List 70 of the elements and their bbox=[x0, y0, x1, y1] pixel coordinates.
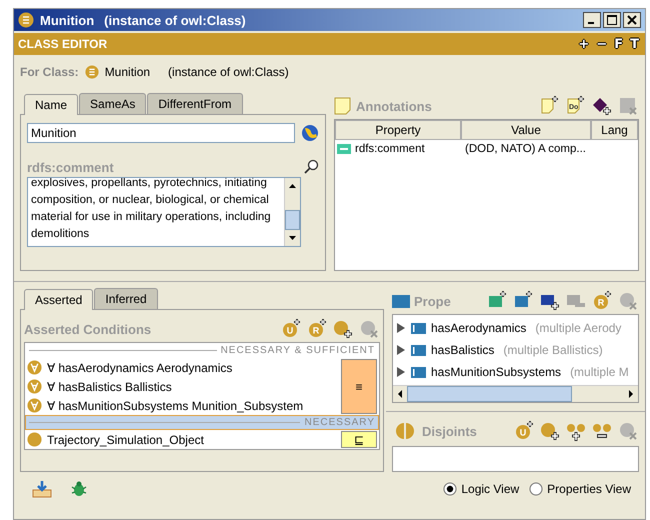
section-title: Prope bbox=[414, 294, 451, 308]
radio-button[interactable] bbox=[529, 482, 544, 496]
condition-text[interactable]: Trajectory_Simulation_Object bbox=[47, 432, 204, 446]
radio-label[interactable]: Logic View bbox=[461, 482, 520, 496]
editor-title: CLASS EDITOR bbox=[18, 37, 108, 51]
property-icon bbox=[392, 294, 410, 308]
restriction-icon bbox=[27, 379, 42, 394]
condition-type-label: ≡ bbox=[341, 359, 377, 414]
close-icon bbox=[627, 15, 637, 25]
expand-arrow-icon[interactable] bbox=[396, 344, 406, 356]
tab[interactable]: Name bbox=[24, 94, 78, 115]
maximize-button[interactable] bbox=[603, 12, 621, 28]
bug-icon[interactable] bbox=[70, 480, 88, 498]
minimize-button[interactable] bbox=[583, 12, 601, 28]
property-icon bbox=[411, 366, 426, 378]
group-header[interactable]: NECESSARY & SUFFICIENT bbox=[25, 343, 379, 358]
property-name[interactable]: hasAerodynamics bbox=[431, 321, 526, 335]
restriction-icon bbox=[27, 398, 42, 413]
minimize-icon bbox=[588, 22, 594, 24]
expand-arrow-icon[interactable] bbox=[396, 322, 406, 334]
property-range: (multiple M bbox=[570, 365, 629, 379]
comment-text: explosives, propellants, pyrotechnics, initiating composition, or nuclear, biological, or chemical material for use in military operations, including demolitions bbox=[30, 178, 272, 242]
condition-text[interactable]: ∀ hasBalistics Ballistics bbox=[47, 380, 172, 394]
search-icon[interactable] bbox=[303, 159, 319, 175]
property-range: (multiple Aerody bbox=[535, 321, 622, 335]
close-button[interactable] bbox=[623, 12, 641, 28]
globe-icon[interactable] bbox=[301, 124, 319, 142]
for-class-label: For Class: bbox=[20, 65, 79, 79]
column-header[interactable]: Property bbox=[335, 120, 461, 140]
comment-field[interactable]: explosives, propellants, pyrotechnics, initiating composition, or nuclear, biological, or chemical material for use in military operations, including demolitions bbox=[27, 177, 301, 247]
group-label: NECESSARY bbox=[304, 417, 375, 428]
class-name: Munition bbox=[104, 65, 150, 79]
comment-label: rdfs:comment bbox=[27, 160, 114, 175]
property-range: (multiple Ballistics) bbox=[503, 343, 603, 357]
restriction-icon bbox=[27, 360, 42, 375]
group-label: NECESSARY & SUFFICIENT bbox=[220, 345, 375, 356]
class-icon bbox=[84, 65, 99, 79]
table-cell: (DOD, NATO) A comp... bbox=[465, 143, 586, 155]
condition-text[interactable]: ∀ hasAerodynamics Aerodynamics bbox=[47, 360, 232, 374]
window-title: Munition bbox=[40, 12, 94, 28]
class-icon bbox=[27, 432, 42, 447]
tab[interactable]: DifferentFrom bbox=[147, 93, 243, 114]
annotation-property-icon bbox=[337, 144, 351, 154]
window-subtitle: (instance of owl:Class) bbox=[104, 12, 246, 28]
tab[interactable]: SameAs bbox=[79, 93, 146, 114]
scrollbar[interactable] bbox=[393, 385, 638, 402]
maximize-icon bbox=[607, 15, 617, 25]
radio-label[interactable]: Properties View bbox=[547, 482, 631, 496]
download-icon[interactable] bbox=[32, 480, 52, 498]
section-title: Disjoints bbox=[422, 424, 477, 438]
class-type: (instance of owl:Class) bbox=[168, 65, 289, 79]
condition-type-label: ⊑ bbox=[341, 431, 377, 448]
radio-button[interactable] bbox=[443, 482, 458, 496]
condition-text[interactable]: ∀ hasMunitionSubsystems Munition_Subsystem bbox=[47, 398, 304, 412]
tab[interactable]: Inferred bbox=[94, 288, 158, 309]
table-cell: rdfs:comment bbox=[355, 143, 425, 155]
tab[interactable]: Asserted bbox=[24, 289, 94, 310]
section-title: Annotations bbox=[356, 98, 432, 114]
column-header[interactable]: Value bbox=[461, 120, 591, 140]
expand-arrow-icon[interactable] bbox=[396, 366, 406, 378]
property-icon bbox=[411, 344, 426, 356]
property-icon bbox=[411, 322, 426, 334]
note-icon bbox=[334, 97, 352, 115]
name-field[interactable]: Munition bbox=[27, 123, 295, 143]
column-header[interactable]: Lang bbox=[591, 120, 638, 140]
property-name[interactable]: hasMunitionSubsystems bbox=[431, 365, 562, 379]
class-icon bbox=[18, 12, 34, 28]
section-title: Asserted Conditions bbox=[24, 322, 152, 336]
scrollbar[interactable] bbox=[284, 178, 300, 246]
property-name[interactable]: hasBalistics bbox=[431, 343, 494, 357]
